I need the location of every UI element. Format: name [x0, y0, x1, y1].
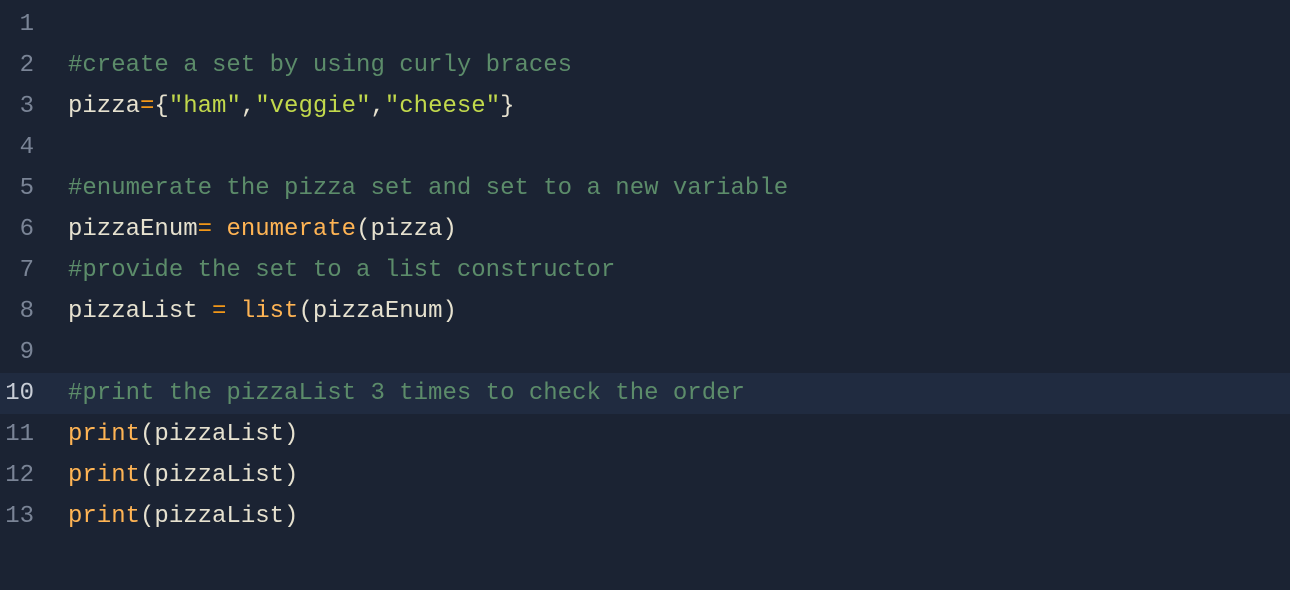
token-ident: pizza: [370, 216, 442, 243]
code-content[interactable]: #create a set by using curly braces: [52, 52, 1290, 79]
code-line[interactable]: 3pizza={"ham","veggie","cheese"}: [0, 86, 1290, 127]
token-punct: {: [154, 93, 168, 120]
code-content[interactable]: #provide the set to a list constructor: [52, 257, 1290, 284]
line-number: 12: [0, 462, 52, 489]
code-line[interactable]: 2 #create a set by using curly braces: [0, 45, 1290, 86]
line-number: 10: [0, 380, 52, 407]
token-ident: pizzaList: [154, 421, 284, 448]
token-string: "cheese": [385, 93, 500, 120]
token-builtin: print: [68, 462, 140, 489]
code-content[interactable]: pizzaList = list(pizzaEnum): [52, 298, 1290, 325]
code-line[interactable]: 9: [0, 332, 1290, 373]
token-ident: pizzaEnum: [68, 216, 198, 243]
code-content[interactable]: #enumerate the pizza set and set to a ne…: [52, 175, 1290, 202]
token-punct: (: [356, 216, 370, 243]
token-builtin: print: [68, 421, 140, 448]
token-punct: ,: [370, 93, 384, 120]
token-punct: ): [284, 421, 298, 448]
token-ident: pizza: [68, 93, 140, 120]
token-punct: ): [284, 503, 298, 530]
line-number: 4: [0, 134, 52, 161]
code-line[interactable]: 6pizzaEnum= enumerate(pizza): [0, 209, 1290, 250]
code-line[interactable]: 8pizzaList = list(pizzaEnum): [0, 291, 1290, 332]
token-builtin: list: [241, 298, 299, 325]
token-op: =: [198, 216, 227, 243]
token-builtin: print: [68, 503, 140, 530]
code-content[interactable]: #print the pizzaList 3 times to check th…: [52, 380, 1290, 407]
token-punct: ,: [241, 93, 255, 120]
token-ident: pizzaEnum: [313, 298, 443, 325]
line-number: 11: [0, 421, 52, 448]
line-number: 3: [0, 93, 52, 120]
token-ident: pizzaList: [154, 503, 284, 530]
token-op: =: [212, 298, 241, 325]
token-punct: }: [500, 93, 514, 120]
code-line[interactable]: 5 #enumerate the pizza set and set to a n…: [0, 168, 1290, 209]
line-number: 5: [0, 175, 52, 202]
line-number: 13: [0, 503, 52, 530]
code-content[interactable]: pizza={"ham","veggie","cheese"}: [52, 93, 1290, 120]
token-punct: ): [442, 216, 456, 243]
token-punct: (: [140, 462, 154, 489]
code-line[interactable]: 4: [0, 127, 1290, 168]
token-punct: ): [442, 298, 456, 325]
code-line[interactable]: 10 #print the pizzaList 3 times to check …: [0, 373, 1290, 414]
token-ident: pizzaList: [154, 462, 284, 489]
code-line[interactable]: 12print(pizzaList): [0, 455, 1290, 496]
token-comment: #provide the set to a list constructor: [68, 257, 615, 284]
code-line[interactable]: 7 #provide the set to a list constructor: [0, 250, 1290, 291]
code-line[interactable]: 13print(pizzaList): [0, 496, 1290, 537]
token-op: =: [140, 93, 154, 120]
token-comment: #create a set by using curly braces: [68, 52, 572, 79]
token-string: "veggie": [255, 93, 370, 120]
line-number: 7: [0, 257, 52, 284]
code-line[interactable]: 11print(pizzaList): [0, 414, 1290, 455]
line-number: 1: [0, 11, 52, 38]
token-comment: #print the pizzaList 3 times to check th…: [68, 380, 745, 407]
code-editor[interactable]: 12#create a set by using curly braces3pi…: [0, 0, 1290, 590]
code-line[interactable]: 1: [0, 4, 1290, 45]
token-comment: #enumerate the pizza set and set to a ne…: [68, 175, 788, 202]
code-content[interactable]: print(pizzaList): [52, 421, 1290, 448]
token-punct: (: [298, 298, 312, 325]
code-content[interactable]: print(pizzaList): [52, 462, 1290, 489]
token-punct: (: [140, 503, 154, 530]
code-content[interactable]: pizzaEnum= enumerate(pizza): [52, 216, 1290, 243]
token-builtin: enumerate: [226, 216, 356, 243]
line-number: 9: [0, 339, 52, 366]
line-number: 8: [0, 298, 52, 325]
token-string: "ham": [169, 93, 241, 120]
line-number: 2: [0, 52, 52, 79]
token-punct: (: [140, 421, 154, 448]
line-number: 6: [0, 216, 52, 243]
code-content[interactable]: print(pizzaList): [52, 503, 1290, 530]
token-ident: pizzaList: [68, 298, 212, 325]
token-punct: ): [284, 462, 298, 489]
